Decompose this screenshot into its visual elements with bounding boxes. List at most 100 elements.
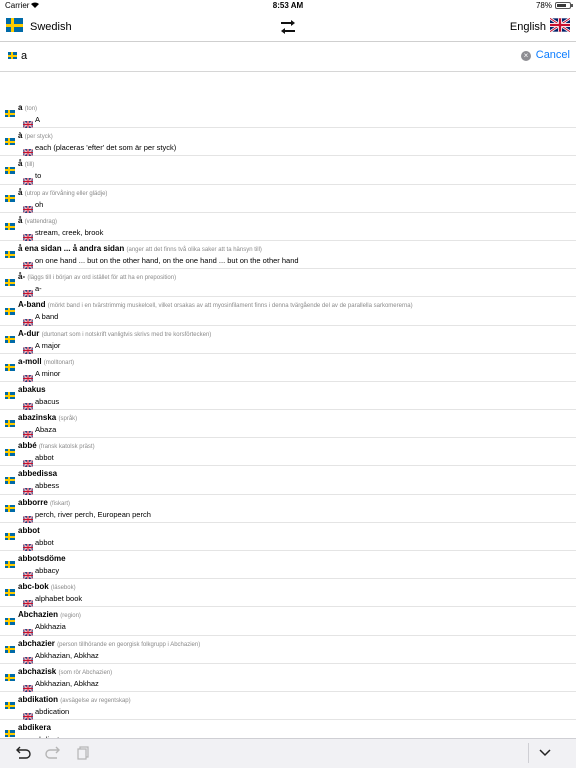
entry-translation: abdication <box>35 706 70 716</box>
entry-translation: A major <box>35 340 61 350</box>
search-bar: × Cancel <box>0 42 576 70</box>
swedish-flag-icon <box>5 476 15 484</box>
list-item[interactable]: å ena sidan ... å andra sidan (anger att… <box>0 241 576 270</box>
swedish-flag-icon <box>6 18 23 32</box>
copy-icon <box>77 746 89 760</box>
entry-headword: abc-bok <box>18 582 49 592</box>
entry-translation: abbot <box>35 537 54 547</box>
entry-note: (fiskart) <box>50 500 71 507</box>
swedish-flag-icon <box>5 110 15 118</box>
entry-note: (ton) <box>24 106 38 112</box>
target-language-label[interactable]: English <box>510 21 546 33</box>
search-input[interactable] <box>21 48 501 64</box>
swedish-flag-icon <box>5 702 15 710</box>
entry-headword: abbedissa <box>18 469 58 479</box>
entry-note: (läggs till i början av ord istället för… <box>27 275 177 282</box>
list-item[interactable]: A-band (mörkt band i en tvärstrimmig mus… <box>0 297 576 326</box>
entry-note: (vattendrag) <box>24 218 58 225</box>
list-item[interactable]: abazinska (språk) Abaza <box>0 410 576 439</box>
entry-line: abazinska (språk) <box>18 413 77 422</box>
swedish-flag-icon <box>5 307 15 315</box>
swedish-flag-icon <box>5 504 15 512</box>
list-item[interactable]: abchazisk (som rör Abchazien) Abkhazian, … <box>0 664 576 693</box>
entry-translation: Abkhazian, Abkhaz <box>35 650 99 660</box>
entry-translation: abbess <box>35 481 60 491</box>
swap-languages-button[interactable] <box>279 19 297 35</box>
swedish-flag-icon <box>5 533 15 541</box>
dismiss-keyboard-button[interactable] <box>528 743 554 763</box>
list-item[interactable]: abbé (fransk katolsk präst) abbot <box>0 438 576 467</box>
list-item[interactable]: abakus abacus <box>0 382 576 411</box>
entry-line: abc-bok (läsebok) <box>18 582 76 591</box>
entry-line: å- (läggs till i början av ord istället … <box>18 272 176 281</box>
entry-line: abdikation (avsägelse av regentskap) <box>18 695 131 704</box>
toolbar-divider <box>528 743 529 763</box>
entry-translation: A minor <box>35 368 61 378</box>
entry-headword: å- <box>18 272 26 282</box>
entry-note: (per styck) <box>24 134 53 141</box>
entry-headword: å ena sidan ... å andra sidan <box>18 243 125 253</box>
entry-translation: Abkhazia <box>35 622 66 632</box>
swedish-flag-icon <box>5 448 15 456</box>
entry-headword: å <box>18 215 23 225</box>
swedish-flag-icon <box>5 363 15 371</box>
entry-translation: A <box>35 115 41 124</box>
swedish-flag-icon <box>5 674 15 682</box>
entry-line: abchazier (person tillhörande en georgis… <box>18 639 200 648</box>
entry-line: a (ton) <box>18 103 37 112</box>
list-item[interactable]: abborre (fiskart) perch, river perch, Eur… <box>0 495 576 523</box>
entry-line: abakus <box>18 385 46 394</box>
list-item[interactable]: abbotsdöme abbacy <box>0 551 576 580</box>
language-header: Swedish English <box>0 12 576 42</box>
list-item[interactable]: a (ton) A <box>0 100 576 129</box>
entry-translation: stream, creek, brook <box>35 227 104 237</box>
list-item[interactable]: abbot abbot <box>0 523 576 552</box>
swedish-flag-icon <box>5 166 15 174</box>
list-item[interactable]: å (till) to <box>0 156 576 185</box>
entry-line: å (vattendrag) <box>18 216 57 225</box>
entry-line: abbedissa <box>18 469 57 478</box>
list-item[interactable]: abc-bok (läsebok) alphabet book <box>0 579 576 608</box>
list-item[interactable]: å (utrop av förvåning eller glädje) oh <box>0 185 576 213</box>
list-item[interactable]: å (vattendrag) stream, creek, brook <box>0 213 576 242</box>
entry-line: å ena sidan ... å andra sidan (anger att… <box>18 244 262 253</box>
entry-note: (mörkt band i en tvärstrimmig muskelcell… <box>47 303 413 310</box>
entry-headword: abchazisk <box>18 666 57 676</box>
redo-icon <box>45 746 60 759</box>
source-language-label[interactable]: Swedish <box>30 21 72 33</box>
copy-button[interactable] <box>74 745 92 761</box>
clear-icon: × <box>523 51 529 60</box>
swedish-flag-icon <box>8 52 17 59</box>
entry-headword: Abchazien <box>18 610 59 620</box>
entry-note: (till) <box>24 162 35 169</box>
entry-translation: each (placeras 'efter' det som är per st… <box>35 143 177 153</box>
clear-search-button[interactable]: × <box>521 51 531 61</box>
list-item[interactable]: abchazier (person tillhörande en georgis… <box>0 636 576 664</box>
entry-translation: abbacy <box>35 566 60 575</box>
entry-headword: a <box>18 103 23 112</box>
entry-line: Abchazien (region) <box>18 610 81 619</box>
swedish-flag-icon <box>5 223 15 231</box>
swedish-flag-icon <box>5 730 15 738</box>
list-item[interactable]: a-moll (molltonart) A minor <box>0 354 576 382</box>
entry-headword: A-band <box>18 300 46 310</box>
list-item[interactable]: abdikation (avsägelse av regentskap) abdi… <box>0 692 576 721</box>
undo-button[interactable] <box>14 745 32 761</box>
cancel-button[interactable]: Cancel <box>536 49 570 61</box>
entry-translation: abacus <box>35 396 60 406</box>
redo-button[interactable] <box>44 745 62 761</box>
entry-note: (som rör Abchazien) <box>58 669 113 676</box>
entry-headword: abborre <box>18 497 48 507</box>
entry-headword: abchazier <box>18 638 55 648</box>
list-item[interactable]: abdikera abdicate <box>0 720 576 738</box>
list-item[interactable]: A-dur (durtonart som i notskrift vanligt… <box>0 326 576 354</box>
entry-note: (avsägelse av regentskap) <box>60 697 131 704</box>
list-item[interactable]: Abchazien (region) Abkhazia <box>0 607 576 636</box>
entry-line: abbotsdöme <box>18 554 66 563</box>
swedish-flag-icon <box>5 561 15 569</box>
list-item[interactable]: å- (läggs till i början av ord istället … <box>0 269 576 298</box>
list-item[interactable]: abbedissa abbess <box>0 466 576 495</box>
entry-line: A-dur (durtonart som i notskrift vanligt… <box>18 329 211 338</box>
entry-translation: Abaza <box>35 425 57 435</box>
list-item[interactable]: à (per styck) each (placeras 'efter' det … <box>0 128 576 157</box>
